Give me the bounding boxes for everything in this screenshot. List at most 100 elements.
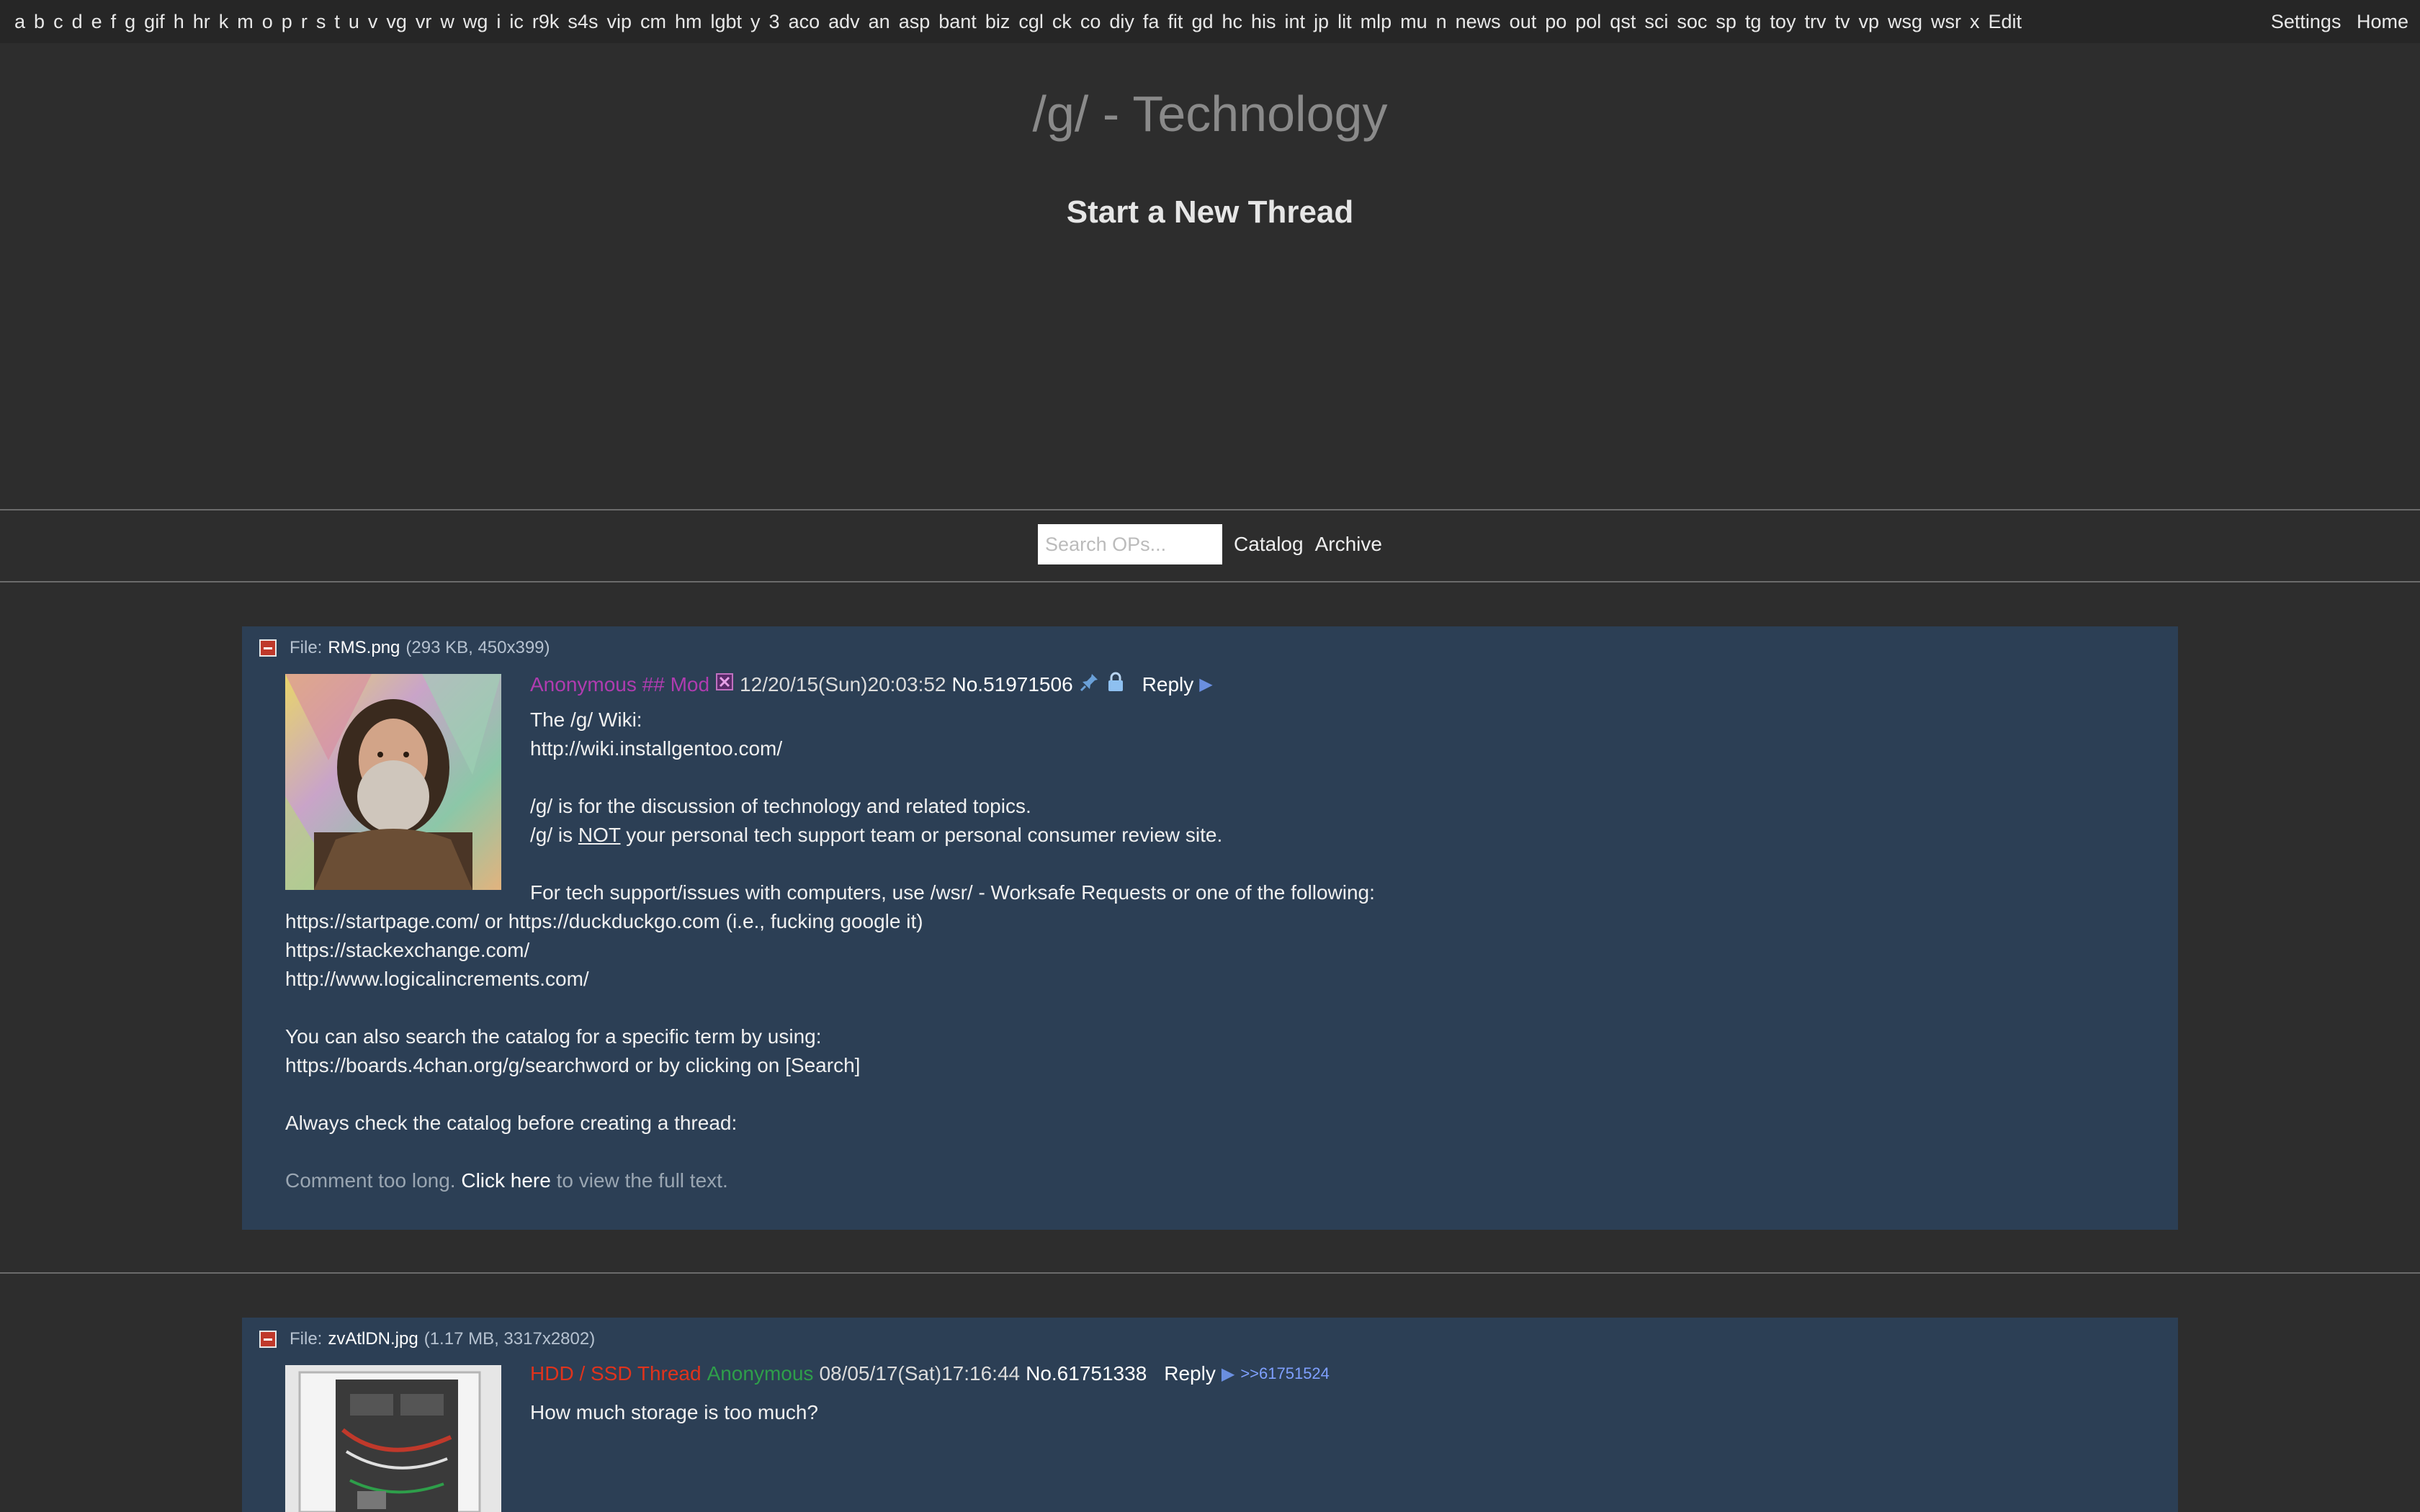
minus-icon[interactable] [259, 639, 277, 657]
board-link[interactable]: fa [1143, 11, 1160, 33]
board-link[interactable]: vr [416, 11, 432, 33]
board-link[interactable]: y [750, 11, 761, 33]
board-link[interactable]: toy [1770, 11, 1796, 33]
board-link[interactable]: pol [1575, 11, 1601, 33]
board-link[interactable]: sci [1644, 11, 1668, 33]
catalog-link[interactable]: Catalog [1234, 533, 1304, 556]
board-link[interactable]: asp [899, 11, 931, 33]
board-link[interactable]: n [1436, 11, 1447, 33]
comment-truncated-notice: Comment too long. Click here to view the… [285, 1166, 923, 1195]
board-link[interactable]: soc [1677, 11, 1707, 33]
board-link[interactable]: bant [938, 11, 977, 33]
file-meta: (1.17 MB, 3317x2802) [424, 1329, 596, 1349]
file-name-link[interactable]: zvAtlDN.jpg [328, 1329, 418, 1349]
click-here-link[interactable]: Click here [461, 1169, 550, 1192]
board-link[interactable]: cgl [1018, 11, 1044, 33]
board-link[interactable]: out [1510, 11, 1537, 33]
board-link[interactable]: mlp [1361, 11, 1392, 33]
board-link[interactable]: vip [606, 11, 632, 33]
board-link[interactable]: lgbt [710, 11, 742, 33]
board-link[interactable]: tv [1834, 11, 1850, 33]
board-link[interactable]: h [174, 11, 184, 33]
board-link[interactable]: r [301, 11, 308, 33]
board-link[interactable]: cm [640, 11, 666, 33]
board-link[interactable]: his [1251, 11, 1276, 33]
board-link[interactable]: jp [1314, 11, 1329, 33]
board-link[interactable]: x [1970, 11, 1980, 33]
board-link[interactable]: Edit [1989, 11, 2022, 33]
reply-link[interactable]: Reply [1164, 1362, 1216, 1385]
text-span: /g/ is [530, 824, 578, 846]
backlink[interactable]: >>61751524 [1240, 1364, 1330, 1383]
board-link[interactable]: po [1545, 11, 1567, 33]
home-link[interactable]: Home [2357, 11, 2408, 32]
board-link[interactable]: k [219, 11, 229, 33]
arrow-icon[interactable]: ▶ [1199, 674, 1212, 695]
board-link[interactable]: f [111, 11, 117, 33]
board-link[interactable]: v [368, 11, 378, 33]
board-link[interactable]: w [440, 11, 454, 33]
post-number-link[interactable]: No.51971506 [952, 673, 1073, 696]
board-link[interactable]: hr [193, 11, 210, 33]
board-link[interactable]: co [1080, 11, 1101, 33]
board-link[interactable]: qst [1610, 11, 1636, 33]
settings-link[interactable]: Settings [2271, 11, 2341, 32]
board-link[interactable]: a [14, 11, 25, 33]
board-link[interactable]: news [1456, 11, 1501, 33]
comment-line: /g/ is NOT your personal tech support te… [530, 821, 1375, 850]
board-link[interactable]: hc [1222, 11, 1242, 33]
board-link[interactable]: lit [1337, 11, 1352, 33]
board-link[interactable]: tg [1745, 11, 1762, 33]
search-input[interactable] [1038, 524, 1223, 564]
arrow-icon[interactable]: ▶ [1222, 1364, 1234, 1385]
board-link[interactable]: diy [1109, 11, 1134, 33]
board-link[interactable]: an [869, 11, 890, 33]
board-link[interactable]: gd [1191, 11, 1213, 33]
board-link[interactable]: c [53, 11, 63, 33]
board-link[interactable]: i [496, 11, 501, 33]
board-link[interactable]: trv [1804, 11, 1826, 33]
text-span: Comment too long. [285, 1169, 462, 1192]
post-number-link[interactable]: No.61751338 [1026, 1362, 1147, 1385]
start-new-thread-link[interactable]: Start a New Thread [0, 194, 2420, 230]
post-subject: HDD / SSD Thread [530, 1362, 702, 1385]
board-link[interactable]: p [282, 11, 292, 33]
text-span: to view the full text. [550, 1169, 728, 1192]
board-link[interactable]: o [262, 11, 273, 33]
divider [0, 1272, 2420, 1274]
board-link[interactable]: fit [1168, 11, 1183, 33]
board-link[interactable]: aco [789, 11, 820, 33]
board-link[interactable]: ck [1052, 11, 1072, 33]
file-name-link[interactable]: RMS.png [328, 638, 400, 658]
comment-link[interactable]: http://wiki.installgentoo.com/ [530, 734, 1375, 763]
board-link[interactable]: r9k [532, 11, 560, 33]
board-link[interactable]: s4s [568, 11, 598, 33]
board-link[interactable]: adv [828, 11, 860, 33]
board-link[interactable]: mu [1400, 11, 1428, 33]
board-link[interactable]: wsr [1931, 11, 1961, 33]
board-link[interactable]: hm [675, 11, 702, 33]
thread-thumbnail[interactable] [285, 1365, 501, 1512]
board-link[interactable]: wsg [1888, 11, 1922, 33]
board-link[interactable]: g [125, 11, 135, 33]
board-link[interactable]: d [72, 11, 83, 33]
board-link[interactable]: 3 [769, 11, 780, 33]
board-link[interactable]: b [34, 11, 45, 33]
board-link[interactable]: wg [463, 11, 488, 33]
archive-link[interactable]: Archive [1315, 533, 1382, 556]
board-link[interactable]: ic [509, 11, 524, 33]
reply-link[interactable]: Reply [1142, 673, 1194, 696]
board-link[interactable]: m [237, 11, 254, 33]
board-link[interactable]: vp [1858, 11, 1879, 33]
board-link[interactable]: gif [144, 11, 165, 33]
minus-icon[interactable] [259, 1331, 277, 1348]
board-link[interactable]: e [91, 11, 102, 33]
board-link[interactable]: t [334, 11, 340, 33]
board-link[interactable]: vg [386, 11, 407, 33]
board-link[interactable]: sp [1716, 11, 1736, 33]
board-link[interactable]: int [1285, 11, 1306, 33]
thread-thumbnail[interactable] [285, 674, 501, 890]
board-link[interactable]: biz [985, 11, 1010, 33]
board-link[interactable]: s [316, 11, 326, 33]
board-link[interactable]: u [349, 11, 359, 33]
